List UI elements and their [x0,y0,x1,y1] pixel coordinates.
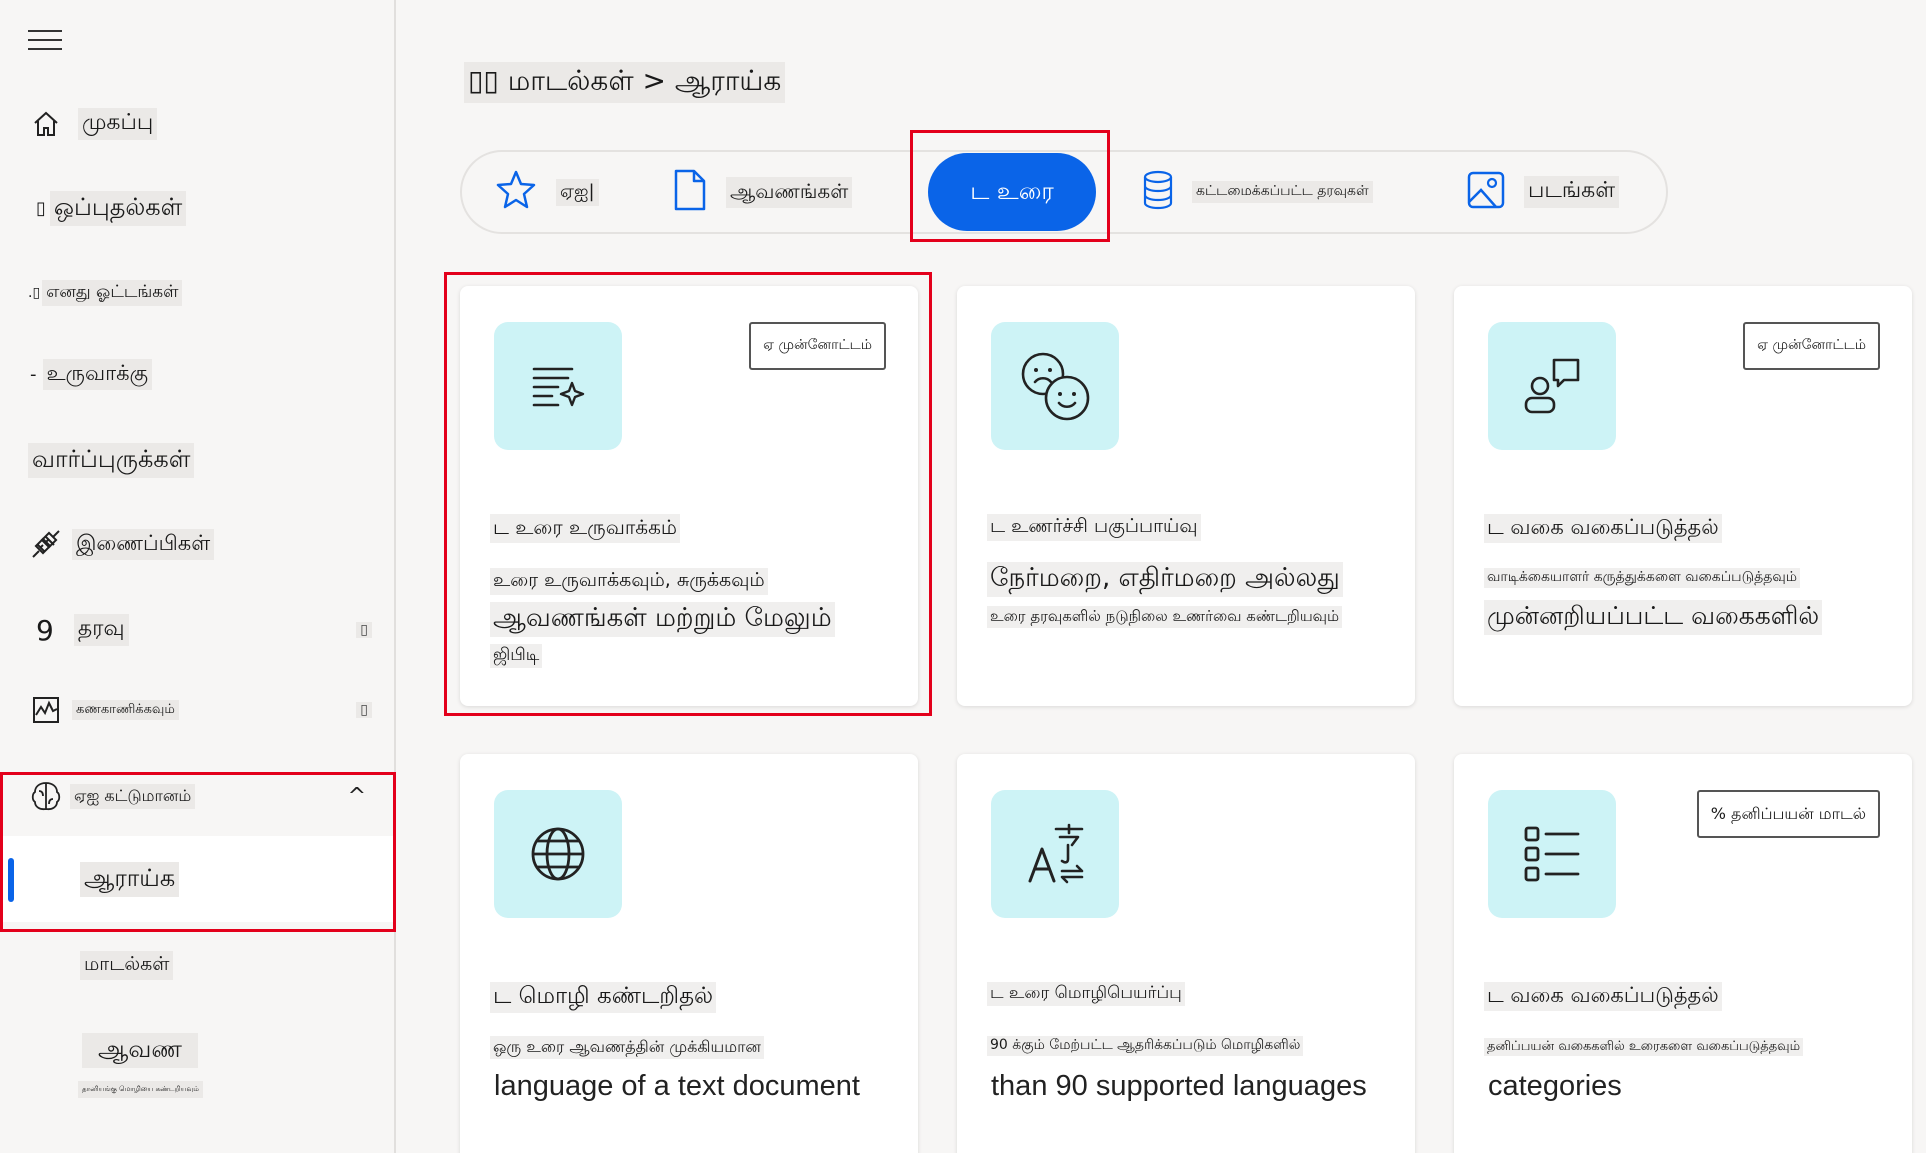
emoji-icon [991,322,1119,450]
home-icon [28,106,64,142]
sidebar-item-language-detect[interactable]: தானியங்கு மொழியை கண்டறியவும் [0,1078,396,1100]
image-icon [1466,170,1506,214]
tab-label: ஆவணங்கள் [726,176,853,208]
card-description: உரை உருவாக்கவும், சுருக்கவும் [490,568,768,595]
sidebar-item-models[interactable]: மாடல்கள் [0,948,396,982]
sidebar-item-label: கணகாணிக்கவும் [72,700,179,720]
chevron-icon: ▯ [356,702,372,718]
sidebar-item-ai-builder[interactable]: ஏஐ கட்டுமானம் ^ [0,776,396,816]
card-description: நேர்மறை, எதிர்மறை அல்லது [987,562,1343,597]
sidebar-item-document[interactable]: ஆவண [0,1030,396,1070]
menu-icon[interactable] [28,30,62,52]
sidebar-item-label: வார்ப்புருக்கள் [28,442,195,478]
breadcrumb: ▯▯ மாடல்கள் > ஆராய்க [464,62,786,103]
sidebar-item-templates[interactable]: வார்ப்புருக்கள் [0,440,396,480]
person-feedback-icon [1488,322,1616,450]
sidebar-item-label: தரவு [73,614,129,646]
sidebar-item-label: ஆராய்க [80,861,180,897]
card-description: ஒரு உரை ஆவணத்தின் முக்கியமான [490,1036,764,1059]
create-icon: - [30,363,37,385]
sidebar-item-label: ஒப்புதல்கள் [49,190,187,226]
tab-label: படங்கள் [1524,176,1620,208]
card-description: ஜிபிடி [490,644,543,668]
card-category: ட மொழி கண்டறிதல் [490,982,717,1013]
model-card-language-detection[interactable]: ட மொழி கண்டறிதல் ஒரு உரை ஆவணத்தின் முக்க… [460,754,918,1153]
globe-icon [494,790,622,918]
model-card-sentiment-analysis[interactable]: ட உணர்ச்சி பகுப்பாய்வு நேர்மறை, எதிர்மறை… [957,286,1415,706]
card-category: ட உரை உருவாக்கம் [490,514,680,543]
sidebar-item-label: ஏஐ கட்டுமானம் [70,783,196,809]
connectors-icon [28,526,64,562]
model-card-text-translation[interactable]: ட உரை மொழிபெயர்ப்பு 90 க்கும் மேற்பட்ட ஆ… [957,754,1415,1153]
sidebar-item-my-flows[interactable]: .▯ எனது ஓட்டங்கள் [0,278,396,308]
text-sparkle-icon [494,322,622,450]
translate-icon [991,790,1119,918]
chevron-up-icon[interactable]: ^ [348,784,366,809]
sidebar-item-label: உருவாக்கு [42,358,153,390]
sidebar-item-label: ஆவண [82,1032,198,1068]
sidebar-item-label: மாடல்கள் [80,950,174,980]
card-description: வாடிக்கையாளர் கருத்துக்களை வகைப்படுத்தவு… [1484,568,1800,588]
model-card-category-classification[interactable]: ஏ முன்னோட்டம் ட வகை வகைப்படுத்தல் வாடிக்… [1454,286,1912,706]
monitor-icon [28,692,64,728]
card-description: முன்னறியப்பட்ட வகைகளில் [1484,600,1823,635]
tab-label: ட உரை [970,176,1054,205]
list-icon [1488,790,1616,918]
sidebar-item-home[interactable]: முகப்பு [0,104,396,144]
sidebar-item-approvals[interactable]: ▯ ஒப்புதல்கள் [0,188,396,228]
star-icon [494,168,538,216]
card-category: ட உணர்ச்சி பகுப்பாய்வு [987,514,1201,541]
custom-model-badge: % தனிப்பயன் மாடல் [1696,790,1880,838]
active-indicator [8,858,14,902]
card-category: ட உரை மொழிபெயர்ப்பு [987,982,1185,1006]
sidebar-item-label: இணைப்பிகள் [72,528,215,560]
tab-documents[interactable]: ஆவணங்கள் [672,152,853,232]
card-description-english: language of a text document [494,1070,860,1102]
data-icon: 9 [36,613,54,647]
card-description: உரை தரவுகளில் நடுநிலை உணர்வை கண்டறியவும் [987,606,1343,628]
model-card-custom-classification[interactable]: % தனிப்பயன் மாடல் ட வகை வகைப்படுத்தல் தன… [1454,754,1912,1153]
card-description-english: categories [1488,1070,1622,1102]
sidebar-item-label: முகப்பு [78,108,158,140]
card-category: ட வகை வகைப்படுத்தல் [1484,514,1722,543]
document-icon [672,168,708,216]
tab-text[interactable]: ட உரை [928,153,1096,231]
database-icon [1142,170,1174,214]
card-description-english: than 90 supported languages [991,1070,1367,1102]
my-flows-icon: .▯ [28,285,41,301]
tab-label: ஏஐ| [556,178,599,206]
tab-images[interactable]: படங்கள் [1466,152,1620,232]
sidebar-item-explore[interactable]: ஆராய்க [0,836,396,922]
sidebar: முகப்பு ▯ ஒப்புதல்கள் .▯ எனது ஓட்டங்கள் … [0,0,396,1153]
card-description: 90 க்கும் மேற்பட்ட ஆதரிக்கப்படும் மொழிகள… [987,1036,1304,1056]
sidebar-item-label: தானியங்கு மொழியை கண்டறியவும் [78,1080,203,1098]
sidebar-item-connectors[interactable]: இணைப்பிகள் [0,524,396,564]
tab-structured-data[interactable]: கட்டமைக்கப்பட்ட தரவுகள் [1142,152,1373,232]
sidebar-item-label: எனது ஓட்டங்கள் [42,280,183,306]
ai-brain-icon [28,778,64,814]
sidebar-item-data[interactable]: 9 தரவு ▯ [0,610,396,650]
sidebar-item-create[interactable]: - உருவாக்கு [0,356,396,392]
card-category: ட வகை வகைப்படுத்தல் [1484,982,1722,1011]
preview-badge: ஏ முன்னோட்டம் [1743,322,1880,370]
approvals-icon: ▯ [36,197,46,219]
card-description: தனிப்பயன் வகைகளில் உரைகளை வகைப்படுத்தவும… [1484,1038,1804,1056]
chevron-icon: ▯ [356,622,372,638]
model-card-text-generation[interactable]: ஏ முன்னோட்டம் ட உரை உருவாக்கம் உரை உருவா… [460,286,918,706]
preview-badge: ஏ முன்னோட்டம் [749,322,886,370]
card-description: ஆவணங்கள் மற்றும் மேலும் [490,602,835,637]
tab-ai[interactable]: ஏஐ| [494,152,599,232]
sidebar-item-monitor[interactable]: கணகாணிக்கவும் ▯ [0,692,396,728]
tab-label: கட்டமைக்கப்பட்ட தரவுகள் [1192,181,1373,203]
